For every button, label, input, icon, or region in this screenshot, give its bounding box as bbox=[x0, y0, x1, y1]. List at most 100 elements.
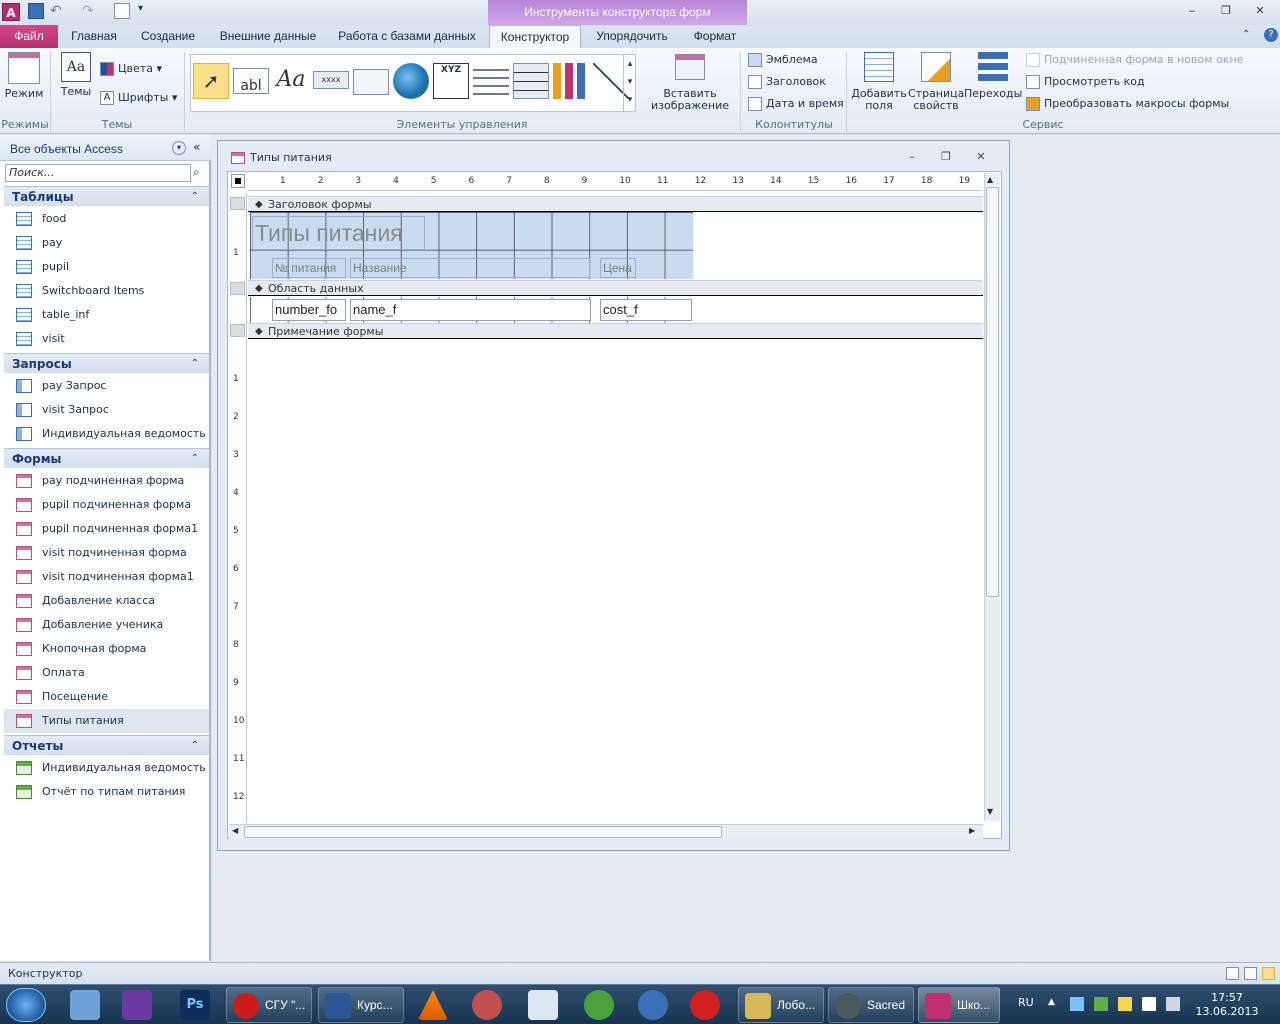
photoshop-icon[interactable]: Ps bbox=[180, 990, 210, 1020]
taskbar-item-folder[interactable]: Лобо... bbox=[738, 987, 824, 1023]
label-number[interactable]: № питания bbox=[272, 258, 346, 278]
date-time-button[interactable]: Дата и время bbox=[748, 95, 844, 113]
notify-tray-icon[interactable] bbox=[1118, 997, 1132, 1011]
form-selector[interactable] bbox=[231, 174, 245, 188]
insert-image-button[interactable]: Вставить изображение bbox=[646, 54, 734, 112]
media-app-icon[interactable] bbox=[690, 990, 720, 1020]
section-bar-form-footer[interactable]: ◆ Примечание формы bbox=[248, 323, 983, 339]
tab-control-icon[interactable] bbox=[353, 69, 389, 95]
restore-button[interactable]: ❐ bbox=[1214, 3, 1238, 19]
field-name[interactable]: name_f bbox=[350, 299, 591, 321]
label-name[interactable]: Название bbox=[350, 258, 590, 278]
fonts-button[interactable]: A Шрифты ▾ bbox=[100, 89, 177, 107]
vlc-icon[interactable] bbox=[418, 990, 448, 1020]
minimize-button[interactable]: ‒ bbox=[1180, 3, 1204, 19]
nav-item[interactable]: Индивидуальная ведомость bbox=[4, 756, 209, 780]
horizontal-scrollbar[interactable]: ◀ ▶ bbox=[229, 824, 983, 839]
collapse-chevron-icon[interactable]: ⌃ bbox=[191, 354, 199, 374]
section-bar-form-header[interactable]: ◆ Заголовок формы bbox=[248, 196, 983, 212]
gallery-more-icon[interactable]: ▴ ▾ ▾ bbox=[623, 55, 636, 111]
volume-tray-icon[interactable] bbox=[1166, 997, 1180, 1011]
nav-item[interactable]: Отчёт по типам питания bbox=[4, 780, 209, 804]
section-bar-detail[interactable]: ◆ Область данных bbox=[248, 280, 983, 296]
nav-item[interactable]: Добавление ученика bbox=[4, 613, 209, 637]
form-minimize-button[interactable]: – bbox=[904, 150, 920, 164]
title-button[interactable]: Заголовок bbox=[748, 73, 826, 91]
scroll-down-icon[interactable]: ▼ bbox=[987, 807, 993, 816]
nav-item[interactable]: pupil подчиненная форма1 bbox=[4, 517, 209, 541]
tab-create[interactable]: Создание bbox=[134, 25, 202, 48]
navigation-control-icon[interactable] bbox=[473, 63, 509, 99]
nav-item[interactable]: Посещение bbox=[4, 685, 209, 709]
web-browser-control-icon[interactable]: XYZ bbox=[433, 63, 469, 99]
update-tray-icon[interactable] bbox=[1094, 997, 1108, 1011]
colors-button[interactable]: Цвета ▾ bbox=[100, 60, 162, 78]
nav-category[interactable]: Запросы ⌃ bbox=[4, 353, 209, 373]
add-fields-button[interactable]: Добавить поля bbox=[850, 52, 908, 112]
form-close-button[interactable]: ✕ bbox=[973, 150, 989, 164]
start-button[interactable] bbox=[6, 988, 46, 1022]
view-mode-button[interactable]: Режим bbox=[4, 52, 44, 100]
nav-item[interactable]: visit Запрос bbox=[4, 398, 209, 422]
collapse-chevron-icon[interactable]: ⌃ bbox=[191, 449, 199, 469]
nav-item[interactable]: Индивидуальная ведомость bbox=[4, 422, 209, 446]
media-player-icon[interactable] bbox=[472, 990, 502, 1020]
section-selector[interactable] bbox=[230, 282, 245, 295]
nav-category[interactable]: Таблицы ⌃ bbox=[4, 186, 209, 206]
form-header-title[interactable]: Типы питания bbox=[252, 216, 425, 250]
nav-item[interactable]: pupil подчиненная форма bbox=[4, 493, 209, 517]
collapse-chevron-icon[interactable]: ⌃ bbox=[191, 736, 199, 756]
tab-order-button[interactable]: Переходы bbox=[964, 52, 1022, 100]
nav-category[interactable]: Формы ⌃ bbox=[4, 448, 209, 468]
section-selector[interactable] bbox=[230, 197, 245, 210]
nav-item[interactable]: visit подчиненная форма1 bbox=[4, 565, 209, 589]
tab-database-tools[interactable]: Работа с базами данных bbox=[334, 25, 480, 48]
virtualbox-icon[interactable] bbox=[70, 990, 100, 1020]
scroll-up-icon[interactable]: ▲ bbox=[987, 175, 993, 184]
nav-item[interactable]: Switchboard Items bbox=[4, 279, 209, 303]
design-view-icon[interactable] bbox=[1262, 967, 1275, 980]
section-selector[interactable] bbox=[230, 324, 245, 337]
logo-button[interactable]: Эмблема bbox=[748, 51, 818, 69]
help-icon[interactable]: ? bbox=[1264, 28, 1278, 42]
themes-button[interactable]: Aa Темы bbox=[56, 52, 96, 98]
nav-item[interactable]: Добавление класса bbox=[4, 589, 209, 613]
textbox-control-icon[interactable]: abl bbox=[233, 68, 269, 94]
nav-item[interactable]: visit подчиненная форма bbox=[4, 541, 209, 565]
layout-view-icon[interactable] bbox=[1244, 967, 1257, 980]
network-tray-icon[interactable] bbox=[1070, 997, 1084, 1011]
tab-design[interactable]: Конструктор bbox=[489, 25, 581, 48]
nav-item[interactable]: visit bbox=[4, 327, 209, 351]
field-number[interactable]: number_fo bbox=[272, 299, 346, 321]
nav-item[interactable]: food bbox=[4, 207, 209, 231]
scroll-right-icon[interactable]: ▶ bbox=[969, 826, 975, 835]
download-icon[interactable] bbox=[584, 990, 614, 1020]
nav-item[interactable]: Оплата bbox=[4, 661, 209, 685]
clock[interactable]: 17:57 13.06.2013 bbox=[1184, 991, 1270, 1019]
visual-studio-icon[interactable] bbox=[122, 990, 152, 1020]
yandex-icon[interactable] bbox=[638, 990, 668, 1020]
label-control-icon[interactable]: Aa bbox=[273, 63, 309, 99]
nav-item[interactable]: pay Запрос bbox=[4, 374, 209, 398]
taskbar-item-opera[interactable]: СГУ "... bbox=[226, 987, 312, 1023]
taskbar-item-access[interactable]: Шко... bbox=[918, 987, 1000, 1023]
option-group-icon[interactable] bbox=[513, 63, 549, 99]
tab-home[interactable]: Главная bbox=[64, 25, 124, 48]
minimize-ribbon-icon[interactable]: ⌃ bbox=[1242, 29, 1250, 40]
display-tray-icon[interactable] bbox=[1142, 997, 1156, 1011]
chart-control-icon[interactable] bbox=[553, 63, 589, 99]
vertical-scrollbar[interactable]: ▲ ▼ bbox=[984, 173, 1000, 821]
form-view-icon[interactable] bbox=[1226, 967, 1239, 980]
nav-item[interactable]: pay подчиненная форма bbox=[4, 469, 209, 493]
tab-file[interactable]: Файл bbox=[0, 25, 58, 48]
tab-external-data[interactable]: Внешние данные bbox=[214, 25, 322, 48]
tab-arrange[interactable]: Упорядочить bbox=[586, 25, 678, 48]
taskbar-item-sacred[interactable]: Sacred bbox=[828, 987, 914, 1023]
hyperlink-control-icon[interactable] bbox=[393, 63, 429, 99]
nav-category[interactable]: Отчеты ⌃ bbox=[4, 735, 209, 755]
tab-format[interactable]: Формат bbox=[684, 25, 746, 48]
language-indicator[interactable]: RU bbox=[1018, 996, 1034, 1009]
tray-expand-icon[interactable]: ▲ bbox=[1048, 997, 1055, 1007]
view-code-button[interactable]: Просмотреть код bbox=[1026, 73, 1145, 91]
nav-item[interactable]: pay bbox=[4, 231, 209, 255]
